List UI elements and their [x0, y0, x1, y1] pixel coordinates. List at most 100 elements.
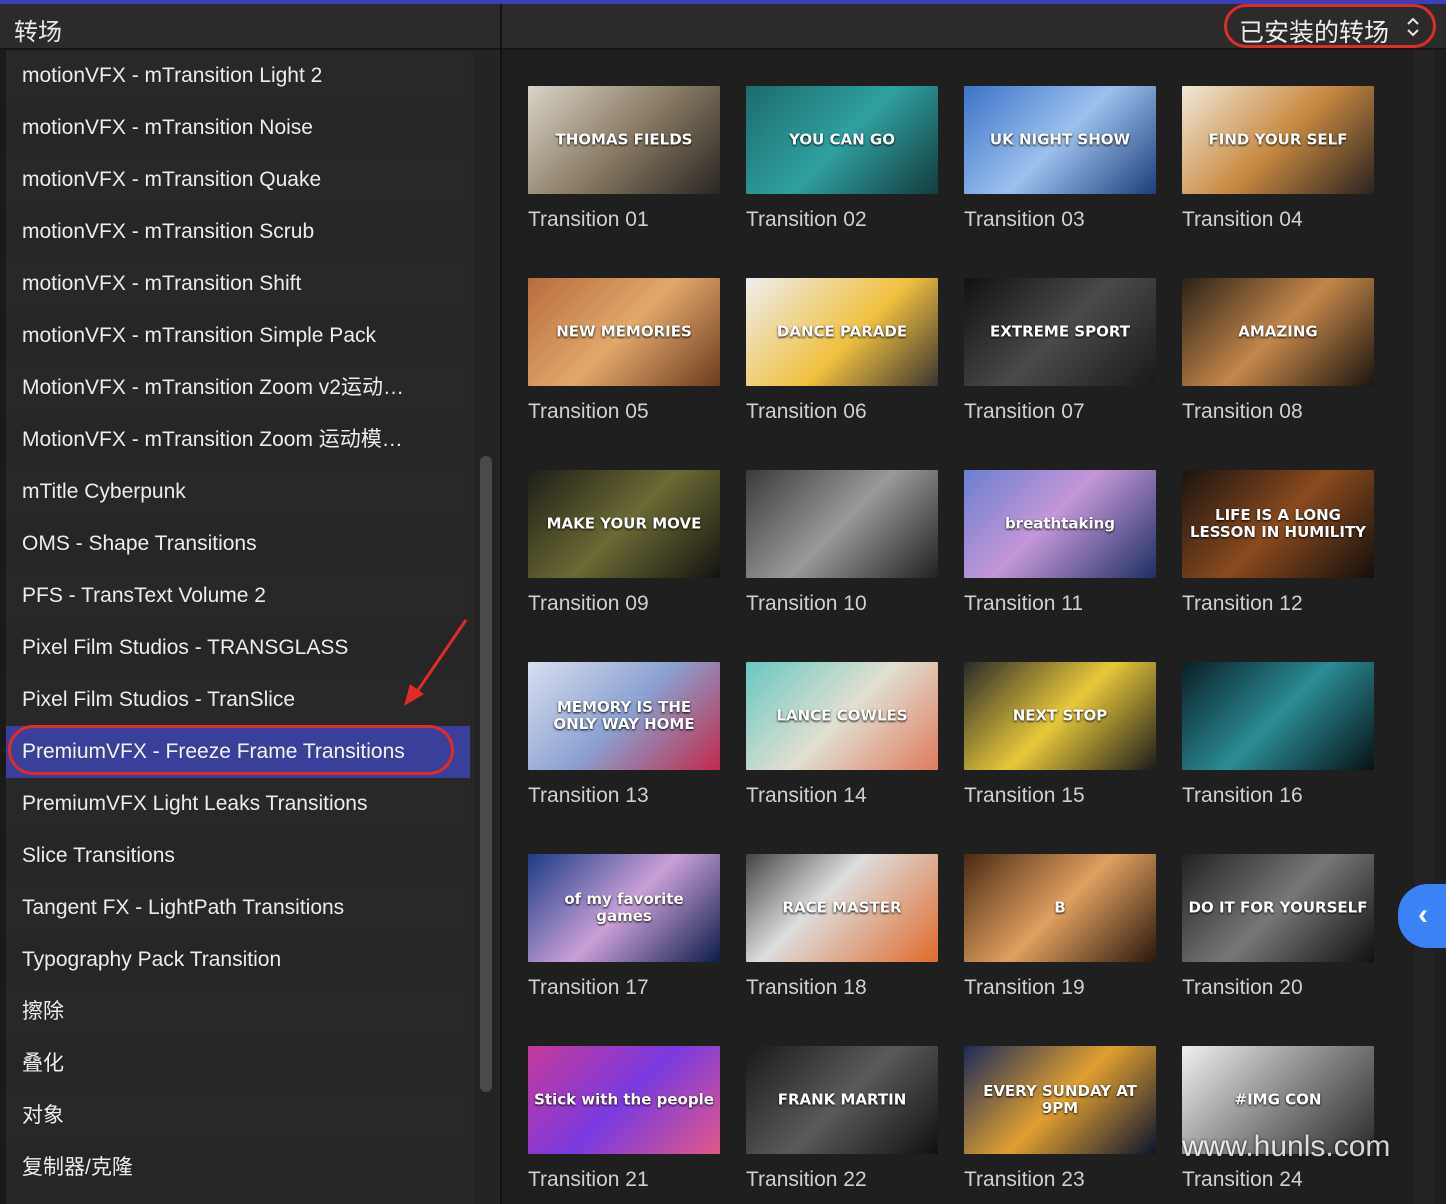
transition-label: Transition 19 [964, 976, 1085, 999]
transition-tile[interactable]: Stick with the people Transition 21 [528, 1046, 720, 1192]
category-item[interactable]: Typography Pack Transition [6, 934, 470, 986]
transition-thumbnail[interactable]: NEW MEMORIES [528, 278, 720, 386]
transition-tile[interactable]: breathtaking Transition 11 [964, 470, 1156, 616]
category-item[interactable]: MotionVFX - mTransition Zoom v2运动… [6, 362, 470, 414]
transition-label: Transition 14 [746, 784, 867, 807]
transition-thumbnail[interactable] [746, 470, 938, 578]
thumbnail-caption: NEXT STOP [1012, 706, 1108, 725]
thumbnail-caption: EVERY SUNDAY AT 9PM [983, 1081, 1137, 1117]
transition-label: Transition 10 [746, 592, 867, 615]
transition-thumbnail[interactable]: breathtaking [964, 470, 1156, 578]
up-down-chevron-icon [1407, 17, 1419, 37]
thumbnail-caption: YOU CAN GO [789, 130, 895, 149]
category-item[interactable]: 复制器/克隆 [6, 1142, 470, 1194]
transition-tile[interactable]: LIFE IS A LONG LESSON IN HUMILITY Transit… [1182, 470, 1374, 616]
left-panel-header: 转场 [0, 4, 500, 50]
transition-thumbnail[interactable]: B [964, 854, 1156, 962]
transition-thumbnail[interactable]: AMAZING [1182, 278, 1374, 386]
transition-label: Transition 22 [746, 1168, 867, 1191]
category-item[interactable]: motionVFX - mTransition Simple Pack [6, 310, 470, 362]
category-item[interactable]: 叠化 [6, 1038, 470, 1090]
transition-thumbnail[interactable]: YOU CAN GO [746, 86, 938, 194]
transition-tile[interactable]: Transition 10 [746, 470, 938, 616]
transition-thumbnail[interactable]: MAKE YOUR MOVE [528, 470, 720, 578]
transition-tile[interactable]: #IMG CON Transition 24 [1182, 1046, 1374, 1192]
transition-tile[interactable]: RACE MASTER Transition 18 [746, 854, 938, 1000]
transition-thumbnail[interactable]: NEXT STOP [964, 662, 1156, 770]
thumbnail-caption: RACE MASTER [782, 898, 902, 917]
category-item[interactable]: Tangent FX - LightPath Transitions [6, 882, 470, 934]
transition-label: Transition 05 [528, 400, 649, 423]
transition-label: Transition 17 [528, 976, 649, 999]
transition-tile[interactable]: FRANK MARTIN Transition 22 [746, 1046, 938, 1192]
transition-thumbnail[interactable]: FRANK MARTIN [746, 1046, 938, 1154]
transition-tile[interactable]: MEMORY IS THE ONLY WAY HOME Transition 13 [528, 662, 720, 808]
transition-tile[interactable]: Transition 16 [1182, 662, 1374, 808]
transition-thumbnail[interactable]: RACE MASTER [746, 854, 938, 962]
thumbnail-caption: Stick with the people [534, 1090, 714, 1109]
transition-tile[interactable]: B Transition 19 [964, 854, 1156, 1000]
transition-label: Transition 13 [528, 784, 649, 807]
category-item[interactable]: MotionVFX - mTransition Zoom 运动模… [6, 414, 470, 466]
transition-tile[interactable]: DO IT FOR YOURSELF Transition 20 [1182, 854, 1374, 1000]
category-item[interactable]: Slice Transitions [6, 830, 470, 882]
category-item[interactable]: motionVFX - mTransition Noise [6, 102, 470, 154]
category-item[interactable]: PremiumVFX Light Leaks Transitions [6, 778, 470, 830]
thumbnail-caption: UK NIGHT SHOW [989, 130, 1131, 149]
panel-title: 转场 [14, 19, 62, 46]
browser-scrollbar[interactable] [1414, 50, 1434, 1204]
thumbnail-caption: AMAZING [1238, 322, 1318, 341]
transition-tile[interactable]: DANCE PARADE Transition 06 [746, 278, 938, 424]
transition-tile[interactable]: of my favorite games Transition 17 [528, 854, 720, 1000]
installed-transitions-dropdown[interactable]: 已安装的转场 [1224, 4, 1436, 48]
category-item[interactable]: OMS - Shape Transitions [6, 518, 470, 570]
chevron-left-icon: ‹ [1418, 898, 1428, 931]
thumbnail-caption: MEMORY IS THE ONLY WAY HOME [553, 697, 695, 733]
transition-tile[interactable]: NEXT STOP Transition 15 [964, 662, 1156, 808]
transition-label: Transition 08 [1182, 400, 1303, 423]
transition-tile[interactable]: LANCE COWLES Transition 14 [746, 662, 938, 808]
transition-tile[interactable]: EVERY SUNDAY AT 9PM Transition 23 [964, 1046, 1156, 1192]
transition-thumbnail[interactable]: EXTREME SPORT [964, 278, 1156, 386]
transition-tile[interactable]: EXTREME SPORT Transition 07 [964, 278, 1156, 424]
transition-thumbnail[interactable]: LANCE COWLES [746, 662, 938, 770]
transition-thumbnail[interactable]: Stick with the people [528, 1046, 720, 1154]
category-item[interactable]: motionVFX - mTransition Scrub [6, 206, 470, 258]
thumbnail-caption: DANCE PARADE [776, 322, 908, 341]
transition-tile[interactable]: AMAZING Transition 08 [1182, 278, 1374, 424]
category-item[interactable]: PFS - TransText Volume 2 [6, 570, 470, 622]
thumbnail-caption: B [1054, 898, 1066, 917]
collapse-sidebar-button[interactable]: ‹ [1398, 884, 1446, 948]
transition-thumbnail[interactable]: EVERY SUNDAY AT 9PM [964, 1046, 1156, 1154]
category-item[interactable]: 擦除 [6, 986, 470, 1038]
transition-label: Transition 03 [964, 208, 1085, 231]
transition-label: Transition 06 [746, 400, 867, 423]
category-item-selected[interactable]: PremiumVFX - Freeze Frame Transitions [6, 726, 470, 778]
transition-tile[interactable]: YOU CAN GO Transition 02 [746, 86, 938, 232]
transition-thumbnail[interactable]: DO IT FOR YOURSELF [1182, 854, 1374, 962]
transition-thumbnail[interactable]: FIND YOUR SELF [1182, 86, 1374, 194]
transition-thumbnail[interactable]: THOMAS FIELDS [528, 86, 720, 194]
transition-tile[interactable]: FIND YOUR SELF Transition 04 [1182, 86, 1374, 232]
category-scrollbar-thumb[interactable] [480, 456, 492, 1092]
transition-categories-panel: 转场 motionVFX - mTransition Light 2 motion… [0, 4, 502, 1204]
transition-thumbnail[interactable]: UK NIGHT SHOW [964, 86, 1156, 194]
transition-thumbnail[interactable]: LIFE IS A LONG LESSON IN HUMILITY [1182, 470, 1374, 578]
transition-thumbnail[interactable]: DANCE PARADE [746, 278, 938, 386]
thumbnail-caption: #IMG CON [1234, 1090, 1322, 1109]
transition-tile[interactable]: MAKE YOUR MOVE Transition 09 [528, 470, 720, 616]
category-item[interactable]: mTitle Cyberpunk [6, 466, 470, 518]
transition-tile[interactable]: NEW MEMORIES Transition 05 [528, 278, 720, 424]
category-item[interactable]: 对象 [6, 1090, 470, 1142]
transition-thumbnail[interactable] [1182, 662, 1374, 770]
category-item[interactable]: motionVFX - mTransition Quake [6, 154, 470, 206]
transitions-browser: 已安装的转场 THOMAS FIELDS Transition 01 YOU CAN… [502, 4, 1446, 1204]
category-item[interactable]: motionVFX - mTransition Shift [6, 258, 470, 310]
category-item[interactable]: motionVFX - mTransition Light 2 [6, 50, 470, 102]
transition-tile[interactable]: UK NIGHT SHOW Transition 03 [964, 86, 1156, 232]
transition-tile[interactable]: THOMAS FIELDS Transition 01 [528, 86, 720, 232]
thumbnail-caption: NEW MEMORIES [556, 322, 692, 341]
thumbnail-caption: THOMAS FIELDS [555, 130, 693, 149]
transition-thumbnail[interactable]: MEMORY IS THE ONLY WAY HOME [528, 662, 720, 770]
transition-thumbnail[interactable]: of my favorite games [528, 854, 720, 962]
